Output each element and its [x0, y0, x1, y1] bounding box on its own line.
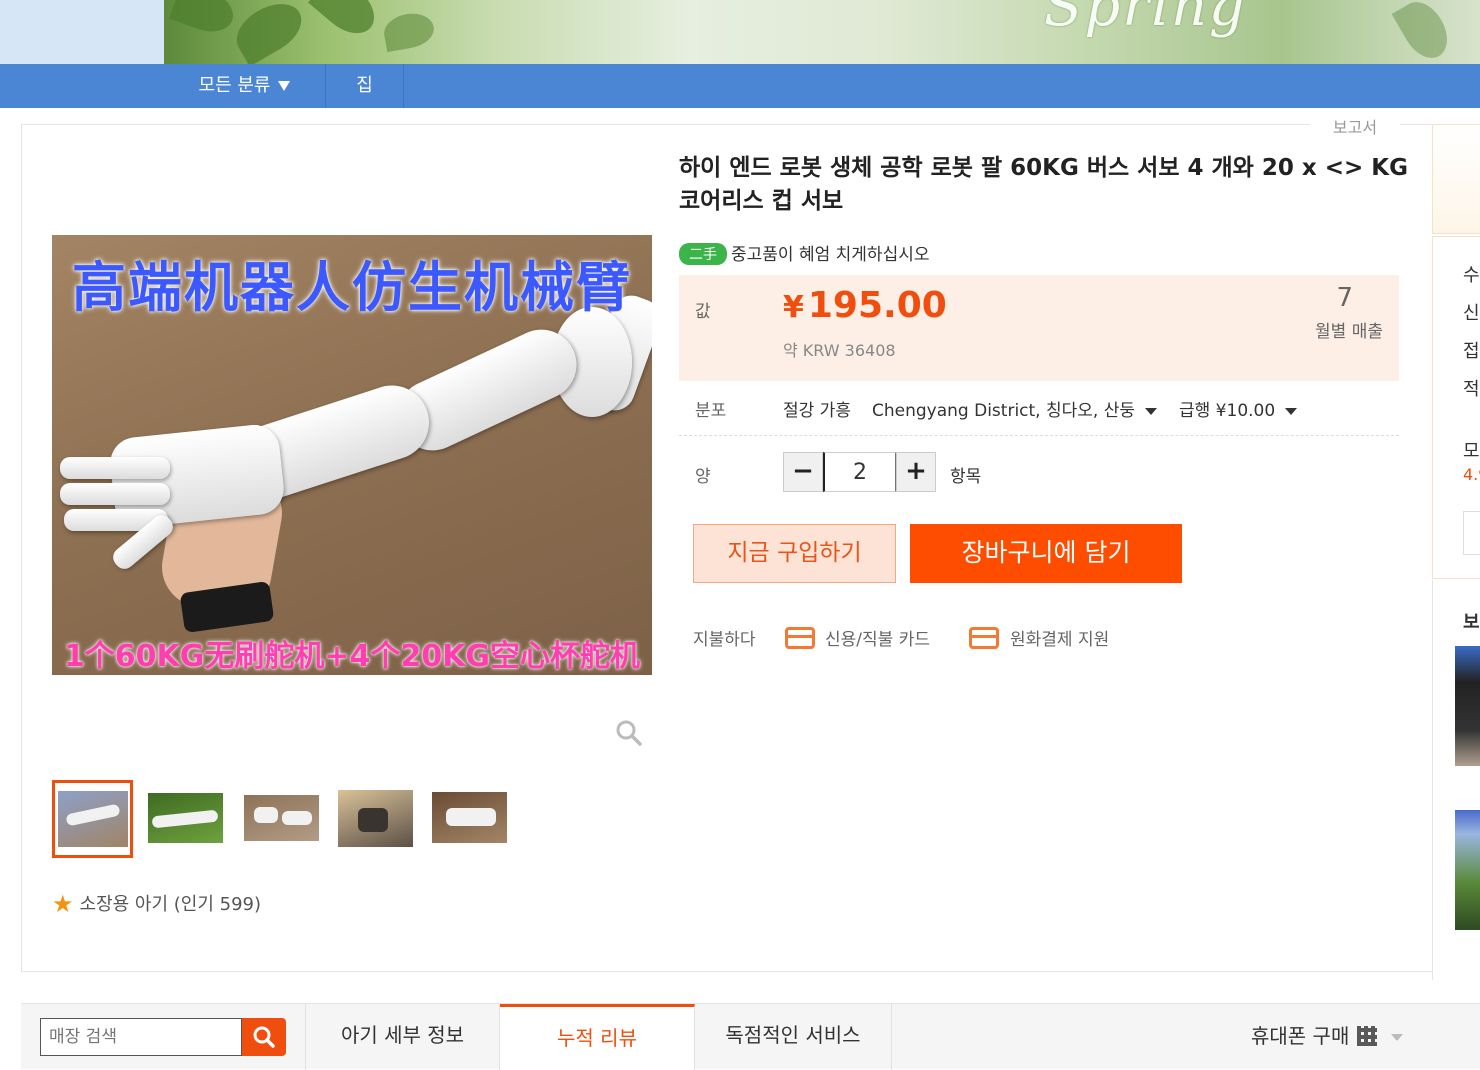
used-badge: 二手: [679, 243, 727, 265]
quantity-input[interactable]: [823, 452, 897, 492]
monthly-sales-label: 월별 매출: [1315, 322, 1383, 342]
currency-symbol: ¥: [783, 290, 804, 325]
tab-reviews[interactable]: 누적 리뷰: [500, 1004, 695, 1070]
favorite-text: 소장용 아기 (인기 599): [79, 894, 262, 915]
sidebar-shop-info: 수 신 접 적 모 4.9: [1432, 236, 1480, 579]
shipping-text: 급행 ¥10.00: [1179, 401, 1276, 421]
shop-button[interactable]: [1463, 511, 1480, 555]
distribution-to-select[interactable]: Chengyang District, 칭다오, 산둥: [872, 396, 1157, 421]
chevron-down-icon: [1391, 1034, 1404, 1041]
shipping-select[interactable]: 급행 ¥10.00: [1179, 396, 1298, 421]
price-box: 값 ¥195.00 약 KRW 36408 7 월별 매출: [679, 275, 1399, 381]
main-product-image[interactable]: 高端机器人仿生机械臂 1个60KG无刷舵机+4个20KG空心杯舵机: [52, 235, 652, 675]
banner-script-decoration: Spring: [1044, 0, 1247, 39]
mobile-buy[interactable]: 휴대폰 구매: [1251, 1004, 1404, 1070]
shop-info-line: 모: [1463, 441, 1480, 462]
price-amount: 195.00: [807, 285, 947, 326]
thumbnail-image: [338, 790, 413, 847]
nav-all-categories[interactable]: 모든 분류: [164, 64, 326, 108]
distribution-label: 분포: [695, 401, 727, 421]
star-icon: ★: [52, 890, 74, 918]
product-title: 하이 엔드 로봇 생체 공학 로봇 팔 60KG 버스 서보 4 개와 20 x…: [679, 155, 1408, 214]
quantity-increase-button[interactable]: +: [896, 452, 936, 492]
recommend-item-image[interactable]: [1455, 646, 1480, 766]
store-search-button[interactable]: [242, 1018, 286, 1056]
quantity-decrease-button[interactable]: −: [783, 452, 823, 492]
monthly-sales-count: 7: [1336, 283, 1353, 313]
sidebar-recommendations: 보: [1432, 580, 1480, 980]
recommend-title: 보: [1463, 612, 1480, 633]
thumbnail-2[interactable]: [148, 780, 228, 858]
recommend-item-image[interactable]: [1455, 810, 1480, 930]
bottom-tab-bar: 아기 세부 정보 누적 리뷰 독점적인 서비스 휴대폰 구매: [21, 1003, 1480, 1070]
thumbnail-image: [148, 793, 223, 843]
thumbnail-image: [244, 795, 319, 841]
chevron-down-icon: [1145, 407, 1157, 415]
buy-now-button[interactable]: 지금 구입하기: [693, 524, 896, 583]
quantity-label: 양: [695, 467, 711, 487]
report-link[interactable]: 보고서: [1310, 114, 1400, 138]
payment-card: 신용/직불 카드: [825, 630, 930, 650]
nav-home[interactable]: 집: [326, 64, 404, 108]
image-title-text: 高端机器人仿生机械臂: [72, 256, 632, 319]
distribution-row: 분포 절강 가흥 Chengyang District, 칭다오, 산둥 급행 …: [679, 384, 1399, 436]
card-icon: [785, 627, 815, 649]
price-value: ¥195.00: [783, 285, 947, 326]
shop-info-line: 수: [1463, 265, 1480, 286]
tab-services[interactable]: 독점적인 서비스: [695, 1004, 892, 1070]
shop-rating: 4.9: [1463, 465, 1480, 484]
shop-info-line: 접: [1463, 341, 1480, 362]
payment-krw: 원화결제 지원: [1010, 630, 1110, 650]
zoom-icon[interactable]: [614, 718, 644, 748]
image-caption-text: 1个60KG无刷舵机+4个20KG空心杯舵机: [63, 639, 641, 674]
sidebar-top-box: [1432, 124, 1480, 234]
banner-left-bg: [0, 0, 164, 64]
search-icon: [253, 1026, 275, 1048]
thumbnail-3[interactable]: [244, 780, 324, 858]
shop-info-line: 적: [1463, 379, 1480, 400]
tab-item-details[interactable]: 아기 세부 정보: [305, 1004, 500, 1070]
card-icon: [969, 627, 999, 649]
chevron-down-icon: [1285, 407, 1298, 415]
banner-image: Spring: [164, 0, 1480, 64]
qr-code-icon: [1357, 1026, 1378, 1046]
price-krw: 약 KRW 36408: [783, 341, 896, 360]
store-search-input[interactable]: [40, 1018, 242, 1056]
nav-bar: 모든 분류 집: [0, 64, 1480, 108]
price-label: 값: [695, 302, 711, 322]
banner: Spring: [0, 0, 1480, 64]
used-notice: 중고품이 혜엄 치게하십시오: [731, 245, 930, 265]
shop-info-line: 신: [1463, 303, 1480, 324]
favorite-row[interactable]: ★ 소장용 아기 (인기 599): [52, 890, 261, 918]
distribution-to: Chengyang District, 칭다오, 산둥: [872, 401, 1135, 421]
used-notice-row: 二手 중고품이 혜엄 치게하십시오: [679, 240, 930, 265]
mobile-buy-label: 휴대폰 구매: [1251, 1024, 1350, 1048]
distribution-from: 절강 가흥: [783, 401, 851, 421]
quantity-unit: 항목: [950, 467, 982, 487]
payment-label: 지불하다: [693, 630, 756, 650]
thumbnail-5[interactable]: [432, 780, 512, 858]
thumbnail-4[interactable]: [338, 780, 418, 858]
thumbnail-1[interactable]: [52, 780, 133, 858]
thumbnail-image: [58, 791, 128, 847]
nav-all-categories-label: 모든 분류: [198, 75, 271, 96]
add-to-cart-button[interactable]: 장바구니에 담기: [910, 524, 1182, 583]
thumbnail-image: [432, 792, 507, 843]
dropdown-triangle-icon: [278, 81, 291, 91]
